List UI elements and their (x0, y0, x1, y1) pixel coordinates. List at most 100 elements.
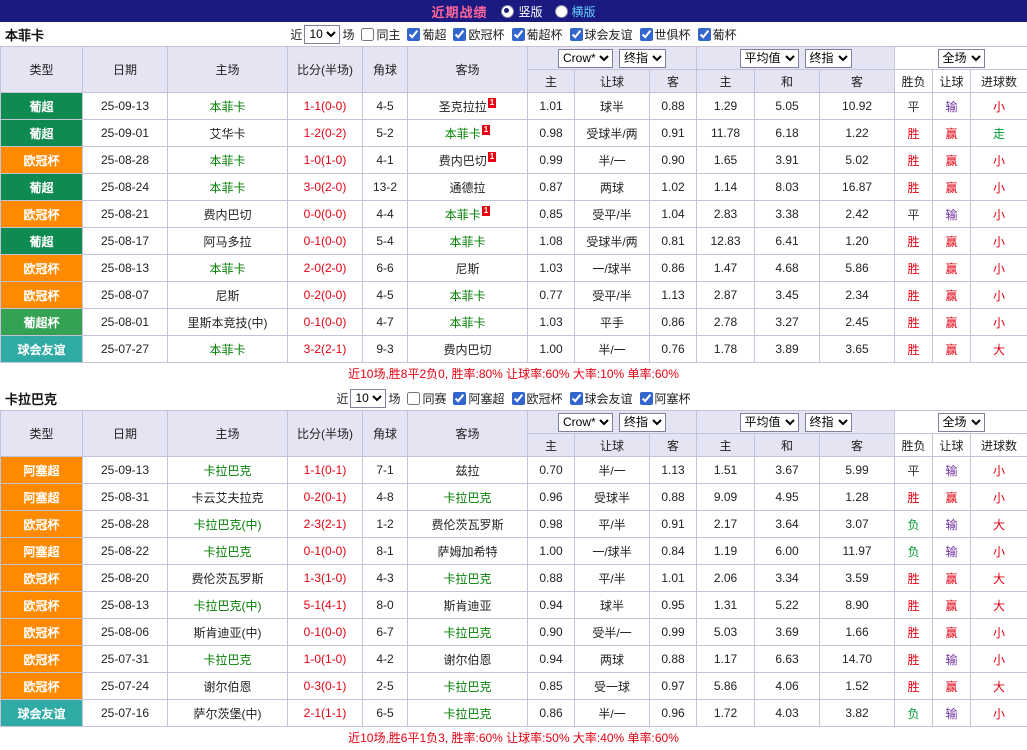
avg-home-odds: 1.31 (697, 592, 755, 619)
avg-stage-select[interactable]: 终指 (805, 49, 852, 68)
filter-阿塞杯[interactable]: 阿塞杯 (640, 390, 691, 407)
filter-checkbox[interactable] (361, 28, 374, 41)
avg-source-select[interactable]: 平均值 (740, 49, 799, 68)
scope-select[interactable]: 全场 (938, 413, 985, 432)
match-row: 葡超25-08-17阿马多拉0-1(0-0)5-4本菲卡1.08受球半/两0.8… (1, 228, 1027, 255)
col-header: 客场 (408, 411, 528, 457)
home-odds: 0.86 (528, 700, 575, 727)
filter-checkbox[interactable] (570, 28, 583, 41)
filter-球会友谊[interactable]: 球会友谊 (570, 390, 633, 407)
avg-away-odds: 2.34 (820, 282, 895, 309)
handicap-line: 一/球半 (575, 255, 650, 282)
filter-checkbox[interactable] (453, 392, 466, 405)
avg-home-odds: 12.83 (697, 228, 755, 255)
match-row: 欧冠杯25-08-20费伦茨瓦罗斯1-3(1-0)4-3卡拉巴克0.88平/半1… (1, 565, 1027, 592)
filter-葡杯[interactable]: 葡杯 (698, 26, 737, 43)
team-label: 卡拉巴克 (203, 653, 251, 667)
home-team: 本菲卡 (168, 255, 288, 282)
handicap-result: 赢 (933, 147, 971, 174)
avg-stage-select[interactable]: 终指 (805, 413, 852, 432)
odds-stage-select[interactable]: 终指 (619, 49, 666, 68)
filter-checkbox[interactable] (698, 28, 711, 41)
filter-checkbox[interactable] (407, 392, 420, 405)
avg-away-odds: 2.42 (820, 201, 895, 228)
odds-stage-select[interactable]: 终指 (619, 413, 666, 432)
filter-世俱杯[interactable]: 世俱杯 (640, 26, 691, 43)
match-row: 欧冠杯25-08-07尼斯0-2(0-0)4-5本菲卡0.77受平/半1.132… (1, 282, 1027, 309)
handicap-line: 半/一 (575, 457, 650, 484)
away-team: 卡拉巴克 (408, 700, 528, 727)
away-odds: 0.76 (650, 336, 697, 363)
filter-checkbox[interactable] (512, 392, 525, 405)
section-header: 卡拉巴克近10场同赛阿塞超欧冠杯球会友谊阿塞杯 (0, 386, 1027, 410)
handicap-result: 赢 (933, 565, 971, 592)
league-badge: 欧冠杯 (1, 673, 83, 700)
away-odds: 0.90 (650, 147, 697, 174)
col-header: 角球 (363, 411, 408, 457)
away-odds: 0.96 (650, 700, 697, 727)
handicap-result: 输 (933, 646, 971, 673)
filter-同赛[interactable]: 同赛 (407, 390, 446, 407)
handicap-result: 赢 (933, 309, 971, 336)
filter-葡超[interactable]: 葡超 (407, 26, 446, 43)
filter-checkbox[interactable] (640, 392, 653, 405)
away-team: 尼斯 (408, 255, 528, 282)
view-option-竖版[interactable]: 竖版 (501, 3, 542, 20)
filter-球会友谊[interactable]: 球会友谊 (570, 26, 633, 43)
avg-home-odds: 5.03 (697, 619, 755, 646)
col-header: 比分(半场) (288, 411, 363, 457)
filter-欧冠杯[interactable]: 欧冠杯 (453, 26, 504, 43)
filter-checkbox[interactable] (570, 392, 583, 405)
team-label: 本菲卡 (449, 235, 485, 249)
col-header: 日期 (83, 47, 168, 93)
goals-result: 小 (971, 228, 1027, 255)
result: 平 (895, 457, 933, 484)
goals-result: 小 (971, 484, 1027, 511)
recent-count-select[interactable]: 10 (350, 389, 386, 408)
view-option-横版[interactable]: 横版 (555, 3, 596, 20)
home-odds: 0.90 (528, 619, 575, 646)
odds-source-select[interactable]: Crow* (558, 49, 613, 68)
filter-checkbox[interactable] (407, 28, 420, 41)
score: 1-1(0-0) (288, 93, 363, 120)
handicap-result: 赢 (933, 120, 971, 147)
score: 5-1(4-1) (288, 592, 363, 619)
avg-away-odds: 8.90 (820, 592, 895, 619)
filter-checkbox[interactable] (453, 28, 466, 41)
home-odds: 0.94 (528, 592, 575, 619)
handicap-result: 赢 (933, 592, 971, 619)
home-team: 萨尔茨堡(中) (168, 700, 288, 727)
recent-count-select[interactable]: 10 (304, 25, 340, 44)
filter-同主[interactable]: 同主 (361, 26, 400, 43)
filter-checkbox[interactable] (640, 28, 653, 41)
avg-draw-odds: 5.22 (755, 592, 820, 619)
league-badge: 欧冠杯 (1, 592, 83, 619)
scope-select[interactable]: 全场 (938, 49, 985, 68)
avg-away-odds: 3.82 (820, 700, 895, 727)
match-date: 25-08-13 (83, 592, 168, 619)
avg-source-select[interactable]: 平均值 (740, 413, 799, 432)
corners: 4-3 (363, 565, 408, 592)
result: 负 (895, 700, 933, 727)
home-team: 谢尔伯恩 (168, 673, 288, 700)
filter-葡超杯[interactable]: 葡超杯 (512, 26, 563, 43)
filter-checkbox[interactable] (512, 28, 525, 41)
filter-欧冠杯[interactable]: 欧冠杯 (512, 390, 563, 407)
team-label: 尼斯 (455, 262, 479, 276)
handicap-line: 受球半 (575, 484, 650, 511)
score: 2-3(2-1) (288, 511, 363, 538)
score: 0-1(0-0) (288, 228, 363, 255)
filter-阿塞超[interactable]: 阿塞超 (453, 390, 504, 407)
avg-draw-odds: 8.03 (755, 174, 820, 201)
team-label: 斯肯迪亚 (443, 599, 491, 613)
avg-draw-odds: 3.64 (755, 511, 820, 538)
result: 负 (895, 538, 933, 565)
col-header: 主场 (168, 411, 288, 457)
league-badge: 阿塞超 (1, 484, 83, 511)
filter-label: 葡超杯 (527, 26, 563, 43)
home-team: 卡拉巴克 (168, 646, 288, 673)
score: 1-1(0-1) (288, 457, 363, 484)
col-header: 客 (650, 434, 697, 457)
odds-source-select[interactable]: Crow* (558, 413, 613, 432)
avg-draw-odds: 3.91 (755, 147, 820, 174)
